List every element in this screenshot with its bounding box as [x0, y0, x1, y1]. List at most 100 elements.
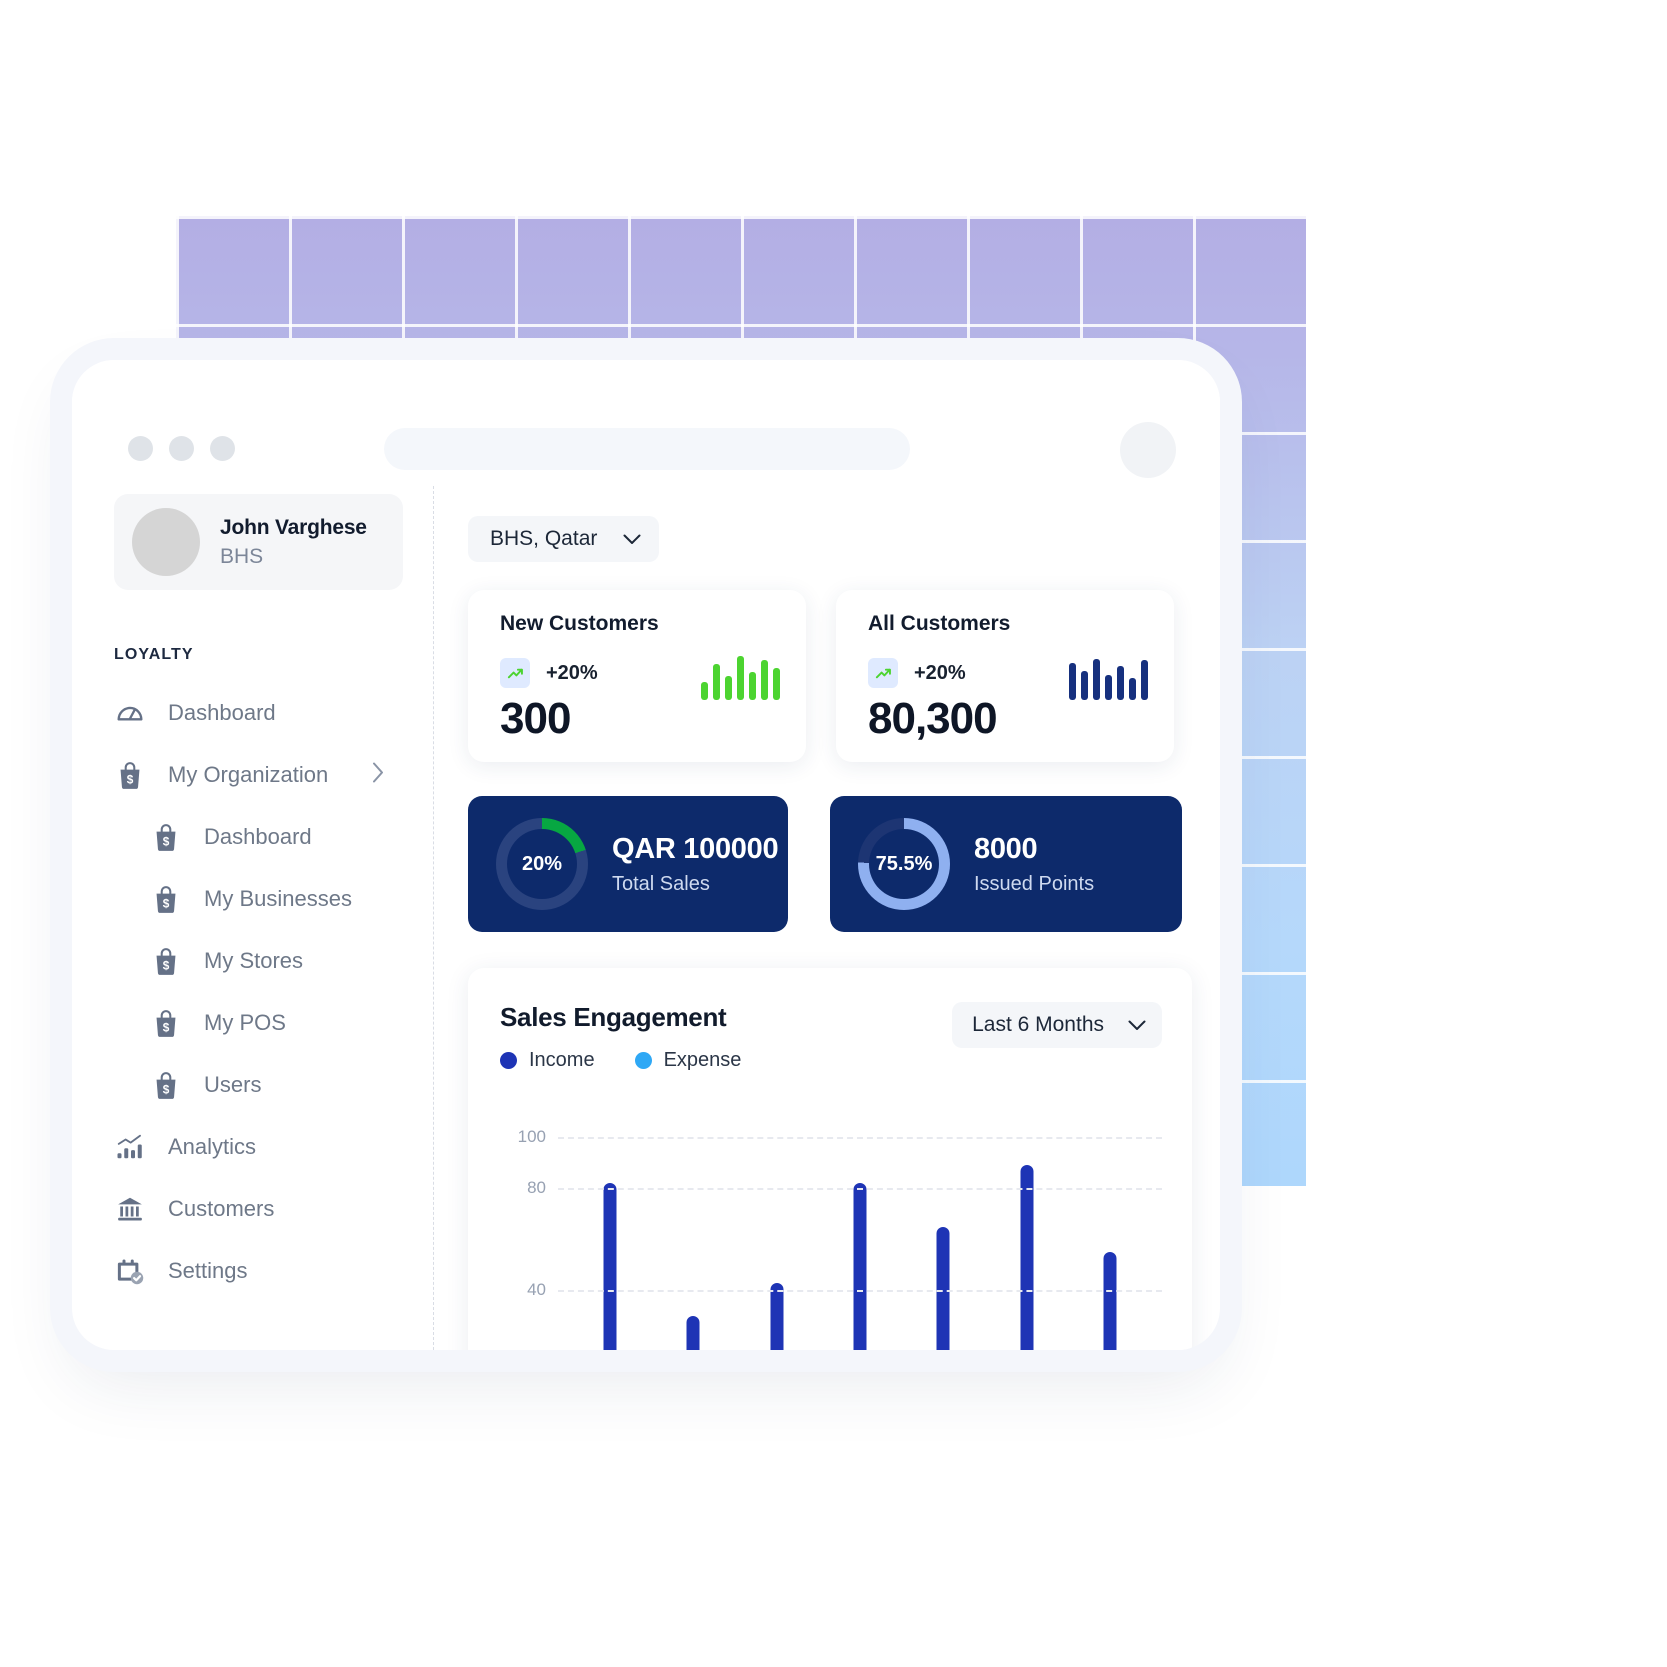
- sidebar-section-label: LOYALTY: [114, 646, 194, 663]
- chart-bar-group[interactable]: [828, 1112, 892, 1350]
- donut-percent-label: 20%: [521, 852, 563, 875]
- address-bar[interactable]: [384, 428, 910, 470]
- chart-bar-group[interactable]: [1078, 1112, 1142, 1350]
- legend-swatch: [500, 1052, 517, 1069]
- donut-value: QAR 100000: [612, 832, 779, 865]
- sidebar-item-label: Analytics: [168, 1134, 257, 1159]
- sidebar-item-dashboard[interactable]: $ Dashboard: [72, 806, 433, 868]
- chart-bar-group[interactable]: [578, 1112, 642, 1350]
- svg-text:$: $: [127, 772, 134, 786]
- svg-text:$: $: [163, 1020, 170, 1034]
- sidebar-item-my-stores[interactable]: $ My Stores: [72, 930, 433, 992]
- sparkline-bar: [761, 659, 768, 700]
- sidebar-item-customers[interactable]: Customers: [72, 1178, 433, 1240]
- user-org: BHS: [220, 544, 264, 568]
- sidebar-item-label: My Stores: [204, 948, 304, 973]
- sidebar-item-label: Users: [204, 1072, 262, 1097]
- chevron-down-icon: [1128, 1013, 1146, 1037]
- chart-plot-area: 40 80 100: [500, 1112, 1162, 1350]
- main-content: BHS, Qatar New Customers +20% 300 All Custo…: [434, 486, 1220, 1350]
- chart-bar-group[interactable]: [745, 1112, 809, 1350]
- donut-gauge: 75.5%: [858, 818, 950, 910]
- sidebar-item-analytics[interactable]: Analytics: [72, 1116, 433, 1178]
- trend-up-icon: [868, 658, 898, 688]
- chart-range-value: Last 6 Months: [972, 1013, 1104, 1036]
- kpi-sparkline: [1069, 654, 1148, 700]
- donut-caption: Issued Points: [974, 872, 1095, 895]
- chart-bar-income[interactable]: [853, 1183, 867, 1350]
- kpi-value: 80,300: [868, 694, 998, 743]
- donut-text: QAR 100000 Total Sales: [612, 832, 779, 896]
- sparkline-bar: [1117, 665, 1124, 700]
- kpi-sparkline: [701, 654, 780, 700]
- chart-bars: [568, 1112, 1152, 1350]
- user-name: John Varghese: [220, 515, 367, 539]
- sparkline-bar: [1129, 677, 1136, 700]
- chart-bar-income[interactable]: [1020, 1165, 1034, 1350]
- kpi-card: New Customers +20% 300: [468, 590, 806, 762]
- legend-label: Expense: [663, 1049, 742, 1071]
- sidebar-item-label: Dashboard: [204, 824, 312, 849]
- shopping-bag-dollar-icon: $: [114, 759, 146, 791]
- chart-bar-income[interactable]: [686, 1315, 700, 1350]
- sidebar-item-my-businesses[interactable]: $ My Businesses: [72, 868, 433, 930]
- donut-card-row: 20% QAR 100000 Total Sales 75.5% 8000 Issued …: [468, 796, 1192, 932]
- browser-window: John Varghese BHS LOYALTY Dashboard $ My O…: [72, 360, 1220, 1350]
- kpi-delta: +20%: [914, 661, 966, 684]
- user-profile-card[interactable]: John Varghese BHS: [114, 494, 403, 590]
- sales-engagement-card: Sales Engagement Income Expense Last 6 Mo…: [468, 968, 1192, 1350]
- chart-header-left: Sales Engagement Income Expense: [500, 1002, 741, 1072]
- sidebar-item-my-organization[interactable]: $ My Organization: [72, 744, 433, 806]
- sidebar-item-my-pos[interactable]: $ My POS: [72, 992, 433, 1054]
- svg-text:$: $: [163, 958, 170, 972]
- svg-text:$: $: [163, 834, 170, 848]
- shopping-bag-dollar-icon: $: [150, 1007, 182, 1039]
- sidebar-item-label: My Businesses: [204, 886, 352, 911]
- trend-up-icon: [500, 658, 530, 688]
- legend-item[interactable]: Income: [500, 1049, 595, 1072]
- sidebar-item-label: Settings: [168, 1258, 248, 1283]
- sidebar-item-label: Customers: [168, 1196, 275, 1221]
- window-close-dot[interactable]: [128, 436, 153, 461]
- sparkline-bar: [701, 681, 708, 700]
- sparkline-bar: [1093, 658, 1100, 700]
- donut-text: 8000 Issued Points: [974, 833, 1094, 896]
- kpi-card: All Customers +20% 80,300: [836, 590, 1174, 762]
- window-maximize-dot[interactable]: [210, 436, 235, 461]
- sparkline-bar: [725, 676, 732, 700]
- user-meta: John Varghese BHS: [220, 516, 367, 569]
- sparkline-bar: [773, 667, 780, 700]
- sidebar-item-dashboard[interactable]: Dashboard: [72, 682, 433, 744]
- sparkline-bar: [1141, 660, 1148, 700]
- chart-bar-income[interactable]: [1103, 1252, 1117, 1350]
- chart-title: Sales Engagement: [500, 1002, 727, 1032]
- chart-bar-group[interactable]: [661, 1112, 725, 1350]
- chart-bar-income[interactable]: [936, 1226, 950, 1350]
- kpi-card-row: New Customers +20% 300 All Customers +20% 80,…: [468, 590, 1192, 762]
- chart-bar-income[interactable]: [770, 1282, 784, 1350]
- calendar-check-icon: [114, 1255, 146, 1287]
- svg-text:$: $: [163, 896, 170, 910]
- sidebar-item-settings[interactable]: Settings: [72, 1240, 433, 1302]
- y-axis-tick-label: 80: [527, 1178, 546, 1198]
- bank-icon: [114, 1193, 146, 1225]
- kpi-title: New Customers: [500, 612, 659, 635]
- donut-caption: Total Sales: [612, 872, 710, 895]
- chevron-down-icon: [623, 527, 641, 551]
- chart-legend: Income Expense: [500, 1049, 741, 1072]
- sparkline-bar: [713, 664, 720, 700]
- chart-bar-group[interactable]: [995, 1112, 1059, 1350]
- legend-item[interactable]: Expense: [634, 1049, 742, 1072]
- chart-bar-income[interactable]: [603, 1183, 617, 1350]
- avatar: [132, 508, 200, 576]
- app-body: John Varghese BHS LOYALTY Dashboard $ My O…: [72, 486, 1220, 1350]
- chart-range-select[interactable]: Last 6 Months: [952, 1002, 1162, 1048]
- chevron-right-icon[interactable]: [372, 762, 385, 789]
- profile-avatar-top[interactable]: [1120, 422, 1176, 478]
- chart-bar-group[interactable]: [911, 1112, 975, 1350]
- location-select[interactable]: BHS, Qatar: [468, 516, 660, 562]
- screenshot-root: John Varghese BHS LOYALTY Dashboard $ My O…: [0, 0, 1667, 1667]
- shopping-bag-dollar-icon: $: [150, 883, 182, 915]
- sidebar-item-users[interactable]: $ Users: [72, 1054, 433, 1116]
- window-minimize-dot[interactable]: [169, 436, 194, 461]
